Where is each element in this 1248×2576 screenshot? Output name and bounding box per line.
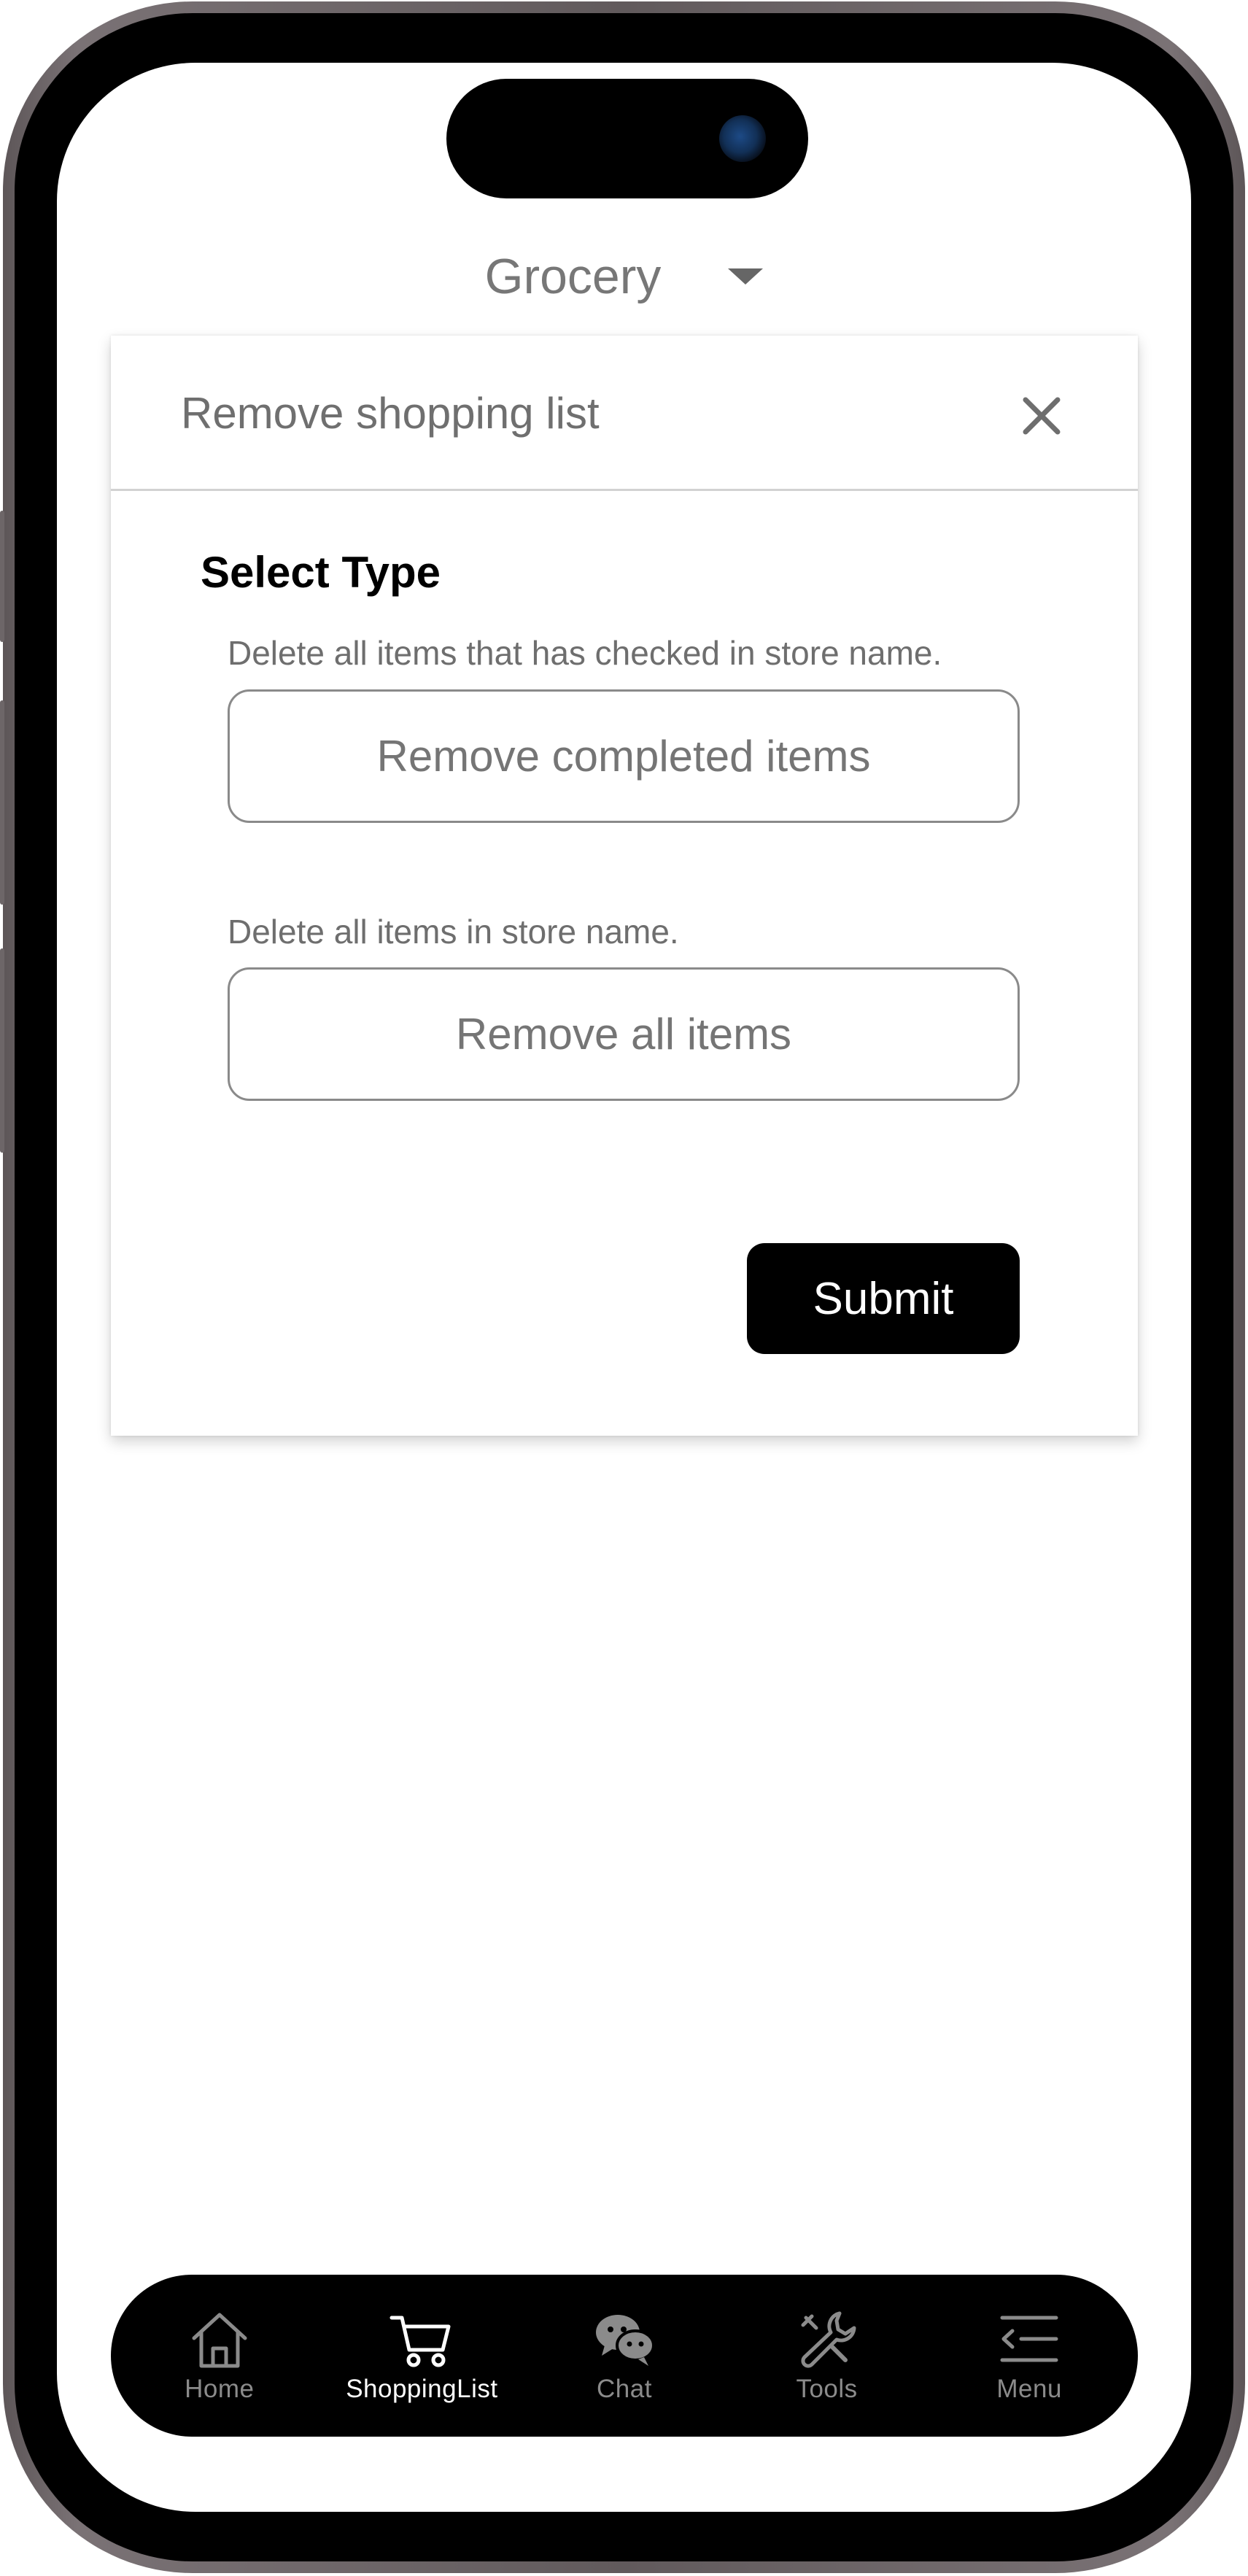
option-description: Delete all items that has checked in sto…	[228, 634, 942, 672]
volume-up-button	[0, 511, 4, 642]
option-description: Delete all items in store name.	[228, 913, 679, 951]
wrench-icon	[801, 2311, 856, 2368]
caret-down-icon	[728, 268, 764, 285]
home-icon	[192, 2313, 247, 2368]
tab-label: Menu	[996, 2375, 1062, 2403]
close-button[interactable]	[1018, 392, 1065, 439]
list-selector[interactable]: Grocery	[0, 244, 1248, 309]
remove-completed-items-button[interactable]: Remove completed items	[228, 689, 1020, 823]
tab-label: Chat	[597, 2375, 652, 2403]
dynamic-island	[446, 79, 808, 198]
tab-chat[interactable]: Chat	[530, 2308, 719, 2404]
tab-label: Tools	[796, 2375, 858, 2403]
volume-down-button	[0, 700, 4, 905]
submit-label: Submit	[813, 1273, 954, 1324]
dialog-title: Remove shopping list	[181, 389, 600, 438]
bottom-tab-bar: Home ShoppingList Chat Tools Menu	[111, 2275, 1138, 2437]
remove-shopping-list-dialog: Remove shopping list Select Type Delete …	[111, 336, 1138, 1436]
tab-label: Home	[185, 2375, 255, 2403]
section-title: Select Type	[201, 548, 441, 597]
list-selector-label: Grocery	[484, 249, 662, 304]
tab-menu[interactable]: Menu	[934, 2308, 1124, 2404]
tab-home[interactable]: Home	[125, 2308, 314, 2404]
tab-shoppinglist[interactable]: ShoppingList	[327, 2308, 516, 2404]
side-switch	[0, 948, 4, 1153]
option-label: Remove completed items	[376, 732, 871, 781]
dialog-header: Remove shopping list	[111, 336, 1138, 491]
camera-icon	[719, 115, 766, 162]
close-icon	[1023, 397, 1061, 435]
option-label: Remove all items	[455, 1010, 792, 1059]
menu-icon	[1000, 2316, 1058, 2362]
cart-icon	[389, 2316, 451, 2367]
chat-icon	[595, 2315, 655, 2366]
submit-button[interactable]: Submit	[747, 1243, 1020, 1354]
tab-label: ShoppingList	[346, 2375, 498, 2403]
remove-all-items-button[interactable]: Remove all items	[228, 967, 1020, 1101]
tab-tools[interactable]: Tools	[732, 2308, 922, 2404]
